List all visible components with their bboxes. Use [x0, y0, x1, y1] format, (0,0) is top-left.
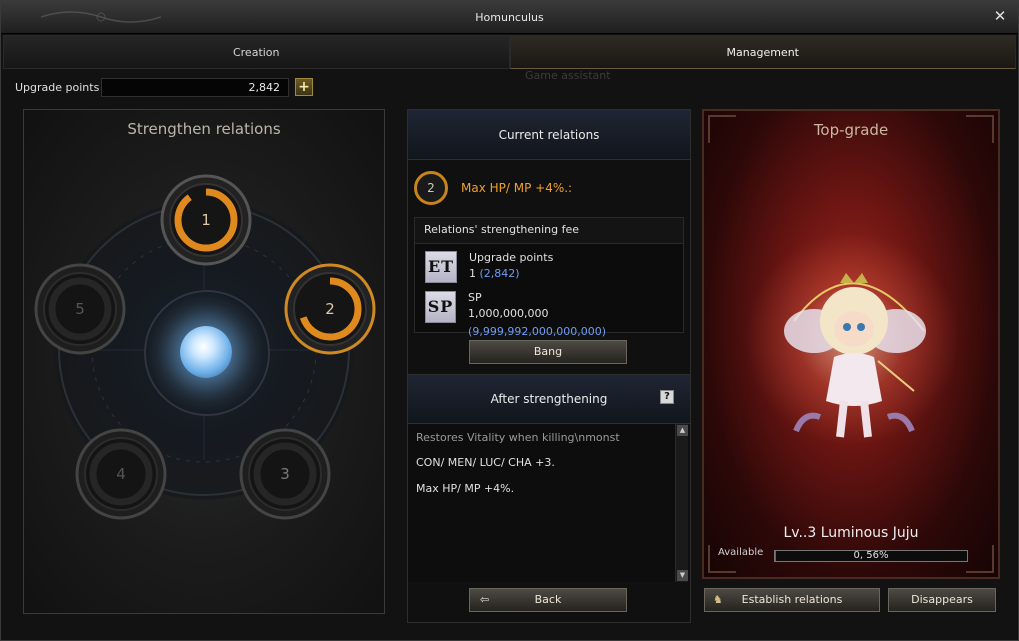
relation-node-4-label: 4 — [116, 465, 126, 483]
current-relation-effect: Max HP/ MP +4%.: — [461, 181, 573, 195]
strengthening-fee-box: Relations' strengthening fee ET Upgrade … — [414, 217, 684, 338]
title-bar[interactable]: Homunculus ✕ — [1, 1, 1018, 34]
available-progress-bar: 0, 56% — [774, 550, 968, 562]
relation-node-4[interactable]: 4 — [75, 428, 167, 520]
strengthen-relations-heading: Strengthen relations — [127, 120, 281, 138]
character-name: Lv..3 Luminous Juju — [783, 525, 919, 541]
relation-node-5[interactable]: 5 — [34, 263, 126, 355]
relation-node-3-label: 3 — [280, 465, 290, 483]
effect-line: Restores Vitality when killing\nmonst — [416, 431, 620, 444]
effect-line: CON/ MEN/ LUC/ CHA +3. — [416, 456, 555, 469]
tab-creation[interactable]: Creation — [3, 35, 510, 69]
available-row: Available 0, 56% — [718, 547, 988, 563]
current-relation-row: 2 Max HP/ MP +4%.: — [414, 166, 684, 210]
bang-button[interactable]: Bang — [469, 340, 627, 364]
back-button-label: Back — [534, 593, 562, 606]
upgrade-points-label: Upgrade points — [15, 80, 100, 94]
homunculus-character-icon — [784, 273, 926, 438]
relation-node-2-label: 2 — [325, 300, 335, 318]
relation-node-1[interactable]: 1 — [160, 174, 252, 266]
scroll-up-icon[interactable]: ▲ — [677, 425, 688, 436]
tab-bar: Creation Management — [3, 35, 1016, 69]
title-ornament-left-icon — [41, 11, 161, 23]
disappears-button[interactable]: Disappears — [888, 588, 996, 612]
relations-detail-panel: Current relations 2 Max HP/ MP +4%.: Rel… — [407, 109, 691, 623]
et-token-icon: ET — [425, 251, 457, 283]
upgrade-points-value: 2,842 — [101, 77, 289, 97]
help-button[interactable]: ? — [660, 390, 674, 404]
after-strengthening-effects: Restores Vitality when killing\nmonst CO… — [408, 424, 676, 582]
establish-relations-button[interactable]: ♞ Establish relations — [704, 588, 880, 612]
after-strengthening-header: After strengthening — [408, 374, 690, 424]
tab-management[interactable]: Management — [509, 35, 1016, 69]
add-upgrade-points-button[interactable]: + — [295, 78, 313, 96]
ghost-tooltip-text: Game assistant — [525, 69, 611, 82]
fee-item-upgrade-points: ET Upgrade points 1 (2,842) — [425, 251, 553, 283]
glowing-orb-icon — [180, 326, 232, 378]
relation-node-2[interactable]: 2 — [284, 263, 376, 355]
back-button[interactable]: ⇦ Back — [469, 588, 627, 612]
homunculus-window: Homunculus ✕ Creation Management Game as… — [0, 0, 1019, 641]
fee-name: Upgrade points — [469, 251, 554, 264]
fee-item-sp: SP SP 1,000,000,000 (9,999,992,000,000,0… — [425, 291, 683, 341]
relation-node-3[interactable]: 3 — [239, 428, 331, 520]
back-arrow-icon: ⇦ — [480, 593, 490, 606]
upgrade-points-row: Upgrade points 2,842 + — [15, 77, 313, 97]
homunculus-portrait-panel: Top-grade Lv..3 Luminous Juju Available … — [702, 109, 1000, 579]
window-title: Homunculus — [475, 10, 544, 24]
available-percent-text: 0, 56% — [853, 550, 889, 561]
available-label: Available — [718, 547, 764, 558]
grade-heading: Top-grade — [813, 121, 889, 139]
current-relation-level-badge: 2 — [414, 171, 448, 205]
fee-name: SP — [468, 291, 482, 304]
effect-line: Max HP/ MP +4%. — [416, 482, 515, 495]
current-relations-header: Current relations — [408, 110, 690, 160]
effects-scrollbar[interactable]: ▲ ▼ — [675, 424, 688, 582]
sp-token-icon: SP — [425, 291, 457, 323]
establish-relations-label: Establish relations — [741, 593, 843, 606]
scroll-down-icon[interactable]: ▼ — [677, 570, 688, 581]
relation-node-5-label: 5 — [75, 300, 85, 318]
strengthen-relations-panel: Strengthen relations 1 2 3 4 5 — [23, 109, 385, 614]
fee-value: 1 (2,842) — [469, 267, 520, 280]
horse-icon: ♞ — [713, 593, 723, 606]
fee-value: 1,000,000,000 (9,999,992,000,000,000) — [468, 307, 607, 338]
fee-title: Relations' strengthening fee — [415, 218, 683, 244]
close-icon[interactable]: ✕ — [992, 8, 1008, 24]
relation-node-1-label: 1 — [201, 211, 211, 229]
